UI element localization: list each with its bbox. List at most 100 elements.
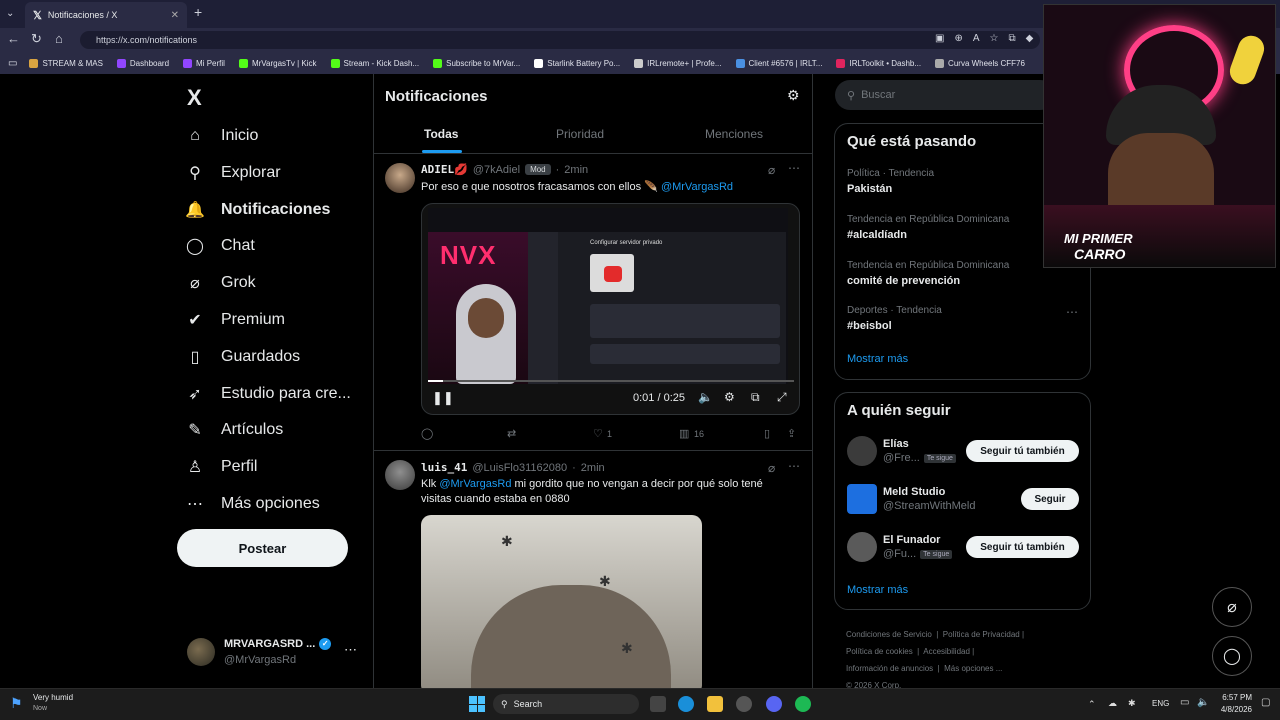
tweet-author-name[interactable]: ADIEL💋: [421, 163, 468, 176]
tweet-time[interactable]: 2min: [581, 462, 605, 474]
nav-item-rocket[interactable]: ➶ Estudio para cre...: [185, 384, 351, 404]
trend-item[interactable]: Deportes · Tendencia #beisbol: [847, 305, 942, 332]
account-more-icon[interactable]: ⋯: [344, 642, 357, 658]
tweet-author-name[interactable]: luis_41: [421, 461, 467, 474]
follow-avatar[interactable]: [847, 532, 877, 562]
account-avatar[interactable]: [187, 638, 215, 666]
pause-icon[interactable]: ❚❚: [432, 390, 454, 406]
edge-icon[interactable]: [678, 696, 694, 712]
settings-gear-icon[interactable]: ⚙: [787, 87, 800, 104]
follow-avatar[interactable]: [847, 436, 877, 466]
footer-privacy[interactable]: Política de Privacidad: [943, 630, 1020, 639]
tweet-2[interactable]: luis_41 @LuisFlo31162080 · 2min ⌀ ⋯ Klk …: [374, 452, 812, 688]
follow-suggestion[interactable]: El Funador @Fu... Te sigue: [847, 532, 953, 562]
nav-item-search[interactable]: ⚲ Explorar: [185, 163, 280, 183]
video-settings-icon[interactable]: ⚙: [724, 390, 735, 404]
read-aloud-icon[interactable]: A: [973, 33, 980, 44]
favorite-star-icon[interactable]: ☆: [990, 33, 999, 44]
retweet-icon[interactable]: ⇄: [507, 427, 516, 440]
follow-button[interactable]: Seguir tú también: [966, 536, 1079, 558]
clock-time[interactable]: 6:57 PM: [1218, 693, 1252, 702]
file-explorer-icon[interactable]: [707, 696, 723, 712]
close-tab-icon[interactable]: ✕: [171, 10, 179, 21]
video-progress-track[interactable]: [428, 380, 794, 382]
bookmark-item[interactable]: Mi Perfil: [183, 58, 225, 68]
trend-item[interactable]: Política · Tendencia Pakistán: [847, 168, 934, 195]
home-button-icon[interactable]: ⌂: [55, 31, 63, 46]
tweet-author-handle[interactable]: @7kAdiel: [473, 164, 520, 176]
bookmark-item[interactable]: MrVargasTv | Kick: [238, 58, 317, 68]
split-screen-icon[interactable]: ▣: [935, 33, 944, 44]
notifications-tray-icon[interactable]: ▢: [1261, 697, 1270, 708]
taskbar-search[interactable]: ⚲ Search: [493, 694, 639, 714]
tweet-mention[interactable]: @MrVargasRd: [661, 181, 733, 193]
new-tab-icon[interactable]: +: [194, 4, 202, 20]
nav-item-home[interactable]: ⌂ Inicio: [185, 126, 258, 146]
footer-cookies[interactable]: Política de cookies: [846, 647, 913, 656]
extension-icon[interactable]: ◆: [1026, 33, 1034, 44]
tweet-image[interactable]: ✱ ✱ ✱: [421, 515, 702, 688]
post-button[interactable]: Postear: [177, 529, 348, 567]
tweet-1[interactable]: ADIEL💋 @7kAdiel Mod · 2min ⌀ ⋯ Por eso e…: [374, 155, 812, 451]
nav-item-bell[interactable]: 🔔 Notificaciones: [185, 200, 330, 220]
bookmark-item[interactable]: STREAM & MAS: [29, 58, 103, 68]
volume-icon[interactable]: 🔈: [698, 390, 713, 404]
zoom-icon[interactable]: ⊕: [954, 33, 962, 44]
tab-list-icon[interactable]: ⌄: [6, 8, 14, 19]
nav-item-grok[interactable]: ⌀ Grok: [185, 273, 256, 293]
language-indicator[interactable]: ENG: [1152, 699, 1169, 708]
share-icon[interactable]: ⇪: [787, 427, 796, 440]
trend-more-icon[interactable]: ⋯: [1066, 305, 1078, 319]
spotify-icon[interactable]: [795, 696, 811, 712]
tweet-more-icon[interactable]: ⋯: [788, 459, 800, 473]
footer-terms[interactable]: Condiciones de Servicio: [846, 630, 932, 639]
show-more-follow[interactable]: Mostrar más: [847, 584, 908, 596]
windows-start-icon[interactable]: [469, 696, 485, 712]
back-icon[interactable]: ←: [7, 31, 20, 46]
nav-item-article[interactable]: ✎ Artículos: [185, 420, 283, 440]
tray-chevron-icon[interactable]: ⌃: [1088, 699, 1096, 710]
volume-tray-icon[interactable]: 🔈: [1197, 697, 1209, 708]
nav-item-more[interactable]: ⋯ Más opciones: [185, 494, 320, 514]
grok-float-button[interactable]: ⌀: [1212, 587, 1252, 627]
task-view-icon[interactable]: [650, 696, 666, 712]
account-name-row[interactable]: MRVARGASRD ... ✓: [224, 638, 332, 650]
follow-suggestion[interactable]: Elías @Fre... Te sigue: [847, 436, 956, 466]
bookmark-item[interactable]: Curva Wheels CFF76: [935, 58, 1025, 68]
like-icon[interactable]: ♡: [593, 427, 603, 440]
onedrive-icon[interactable]: ☁: [1108, 698, 1117, 709]
clock-date[interactable]: 4/8/2026: [1215, 705, 1252, 714]
nav-item-bookmark[interactable]: ▯ Guardados: [185, 347, 301, 367]
follow-avatar[interactable]: [847, 484, 877, 514]
bookmark-item[interactable]: Stream - Kick Dash...: [330, 58, 419, 68]
tweet-avatar[interactable]: [385, 460, 415, 490]
tab-menciones[interactable]: Menciones: [705, 127, 763, 141]
bookmark-item[interactable]: Starlink Battery Po...: [534, 58, 620, 68]
trend-item[interactable]: Tendencia en República Dominicana #alcald…: [847, 214, 1009, 241]
follow-button[interactable]: Seguir tú también: [966, 440, 1079, 462]
bookmark-item[interactable]: Dashboard: [116, 58, 169, 68]
nav-item-profile[interactable]: ♙ Perfil: [185, 457, 258, 477]
tab-todas[interactable]: Todas: [424, 127, 458, 141]
bookmarks-menu-icon[interactable]: ▭: [8, 58, 17, 69]
browser-tab[interactable]: 𝕏 Notificaciones / X ✕: [25, 2, 187, 28]
follow-name[interactable]: Meld Studio: [883, 486, 975, 498]
show-more-trends[interactable]: Mostrar más: [847, 353, 908, 365]
tweet-avatar[interactable]: [385, 163, 415, 193]
fullscreen-icon[interactable]: ⤢: [777, 390, 787, 405]
follow-name[interactable]: Elías: [883, 438, 956, 450]
discord-icon[interactable]: [766, 696, 782, 712]
tweet-more-icon[interactable]: ⋯: [788, 161, 800, 175]
footer-ads-info[interactable]: Información de anuncios: [846, 664, 933, 673]
trend-item[interactable]: Tendencia en República Dominicana comité …: [847, 260, 1009, 287]
pip-icon[interactable]: ⧉: [751, 390, 760, 405]
reload-icon[interactable]: ↻: [31, 31, 42, 47]
favorites-icon[interactable]: ⧉: [1008, 33, 1015, 44]
network-icon[interactable]: ▭: [1180, 697, 1189, 708]
bookmark-item[interactable]: Subscribe to MrVar...: [433, 58, 520, 68]
follow-name[interactable]: El Funador: [883, 534, 952, 546]
tab-prioridad[interactable]: Prioridad: [556, 127, 604, 141]
tweet-time[interactable]: 2min: [564, 164, 588, 176]
search-input[interactable]: ⚲ Buscar: [835, 80, 1055, 110]
reply-icon[interactable]: ◯: [421, 427, 433, 440]
